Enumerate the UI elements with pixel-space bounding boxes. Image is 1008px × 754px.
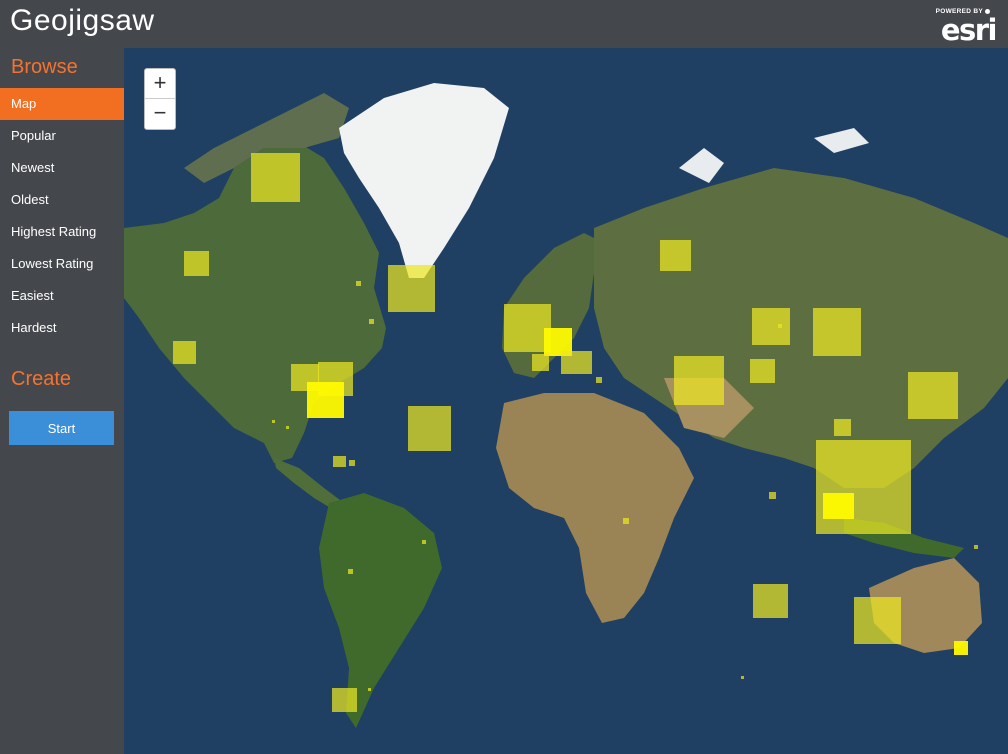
sidebar-item-newest[interactable]: Newest [0,152,124,184]
zoom-in-button[interactable]: + [145,69,175,99]
puzzle-marker[interactable] [251,153,300,202]
puzzle-marker[interactable] [974,545,978,549]
puzzle-marker[interactable] [286,426,289,429]
puzzle-marker[interactable] [752,308,790,345]
puzzle-marker[interactable] [332,688,357,712]
esri-logo[interactable]: POWERED BY esri [934,8,998,47]
puzzle-marker[interactable] [561,351,592,374]
browse-heading: Browse [11,56,78,78]
sidebar-item-easiest[interactable]: Easiest [0,280,124,312]
puzzle-marker[interactable] [369,319,374,324]
sidebar-item-hardest[interactable]: Hardest [0,312,124,344]
puzzle-marker[interactable] [769,492,776,499]
create-heading: Create [11,368,72,390]
puzzle-marker[interactable] [349,460,355,466]
puzzle-marker[interactable] [356,281,361,286]
browse-nav: Map Popular Newest Oldest Highest Rating… [0,88,124,344]
puzzle-marker[interactable] [532,354,549,371]
world-map[interactable]: + − [124,48,1008,754]
puzzle-marker[interactable] [173,341,196,364]
start-button[interactable]: Start [9,411,114,445]
esri-wordmark: esri [940,13,998,47]
puzzle-marker[interactable] [778,324,782,328]
puzzle-marker[interactable] [333,456,346,467]
puzzle-marker[interactable] [408,406,451,451]
puzzle-marker[interactable] [823,493,854,519]
sidebar-item-oldest[interactable]: Oldest [0,184,124,216]
puzzle-marker[interactable] [813,308,861,356]
sidebar: Browse Map Popular Newest Oldest Highest… [0,48,124,754]
puzzle-marker[interactable] [750,359,775,383]
puzzle-marker[interactable] [368,688,371,691]
puzzle-marker[interactable] [307,382,344,418]
puzzle-marker[interactable] [741,676,744,679]
sidebar-item-lowest-rating[interactable]: Lowest Rating [0,248,124,280]
puzzle-marker[interactable] [854,597,901,644]
puzzle-marker[interactable] [596,377,602,383]
puzzle-marker[interactable] [388,265,435,312]
puzzle-marker[interactable] [816,440,911,534]
puzzle-marker[interactable] [184,251,209,276]
app-title: Geojigsaw [10,4,155,37]
puzzle-marker[interactable] [623,518,629,524]
puzzle-marker[interactable] [674,356,724,405]
sidebar-item-popular[interactable]: Popular [0,120,124,152]
puzzle-marker[interactable] [954,641,968,655]
zoom-control: + − [144,68,176,130]
puzzle-marker[interactable] [348,569,353,574]
puzzle-marker[interactable] [753,584,788,618]
sidebar-item-map[interactable]: Map [0,88,124,120]
sidebar-item-highest-rating[interactable]: Highest Rating [0,216,124,248]
app-header: Geojigsaw POWERED BY esri [0,0,1008,48]
puzzle-marker[interactable] [908,372,958,419]
zoom-out-button[interactable]: − [145,99,175,128]
puzzle-marker[interactable] [660,240,691,271]
puzzle-marker[interactable] [834,419,851,436]
puzzle-marker[interactable] [272,420,275,423]
puzzle-marker[interactable] [422,540,426,544]
